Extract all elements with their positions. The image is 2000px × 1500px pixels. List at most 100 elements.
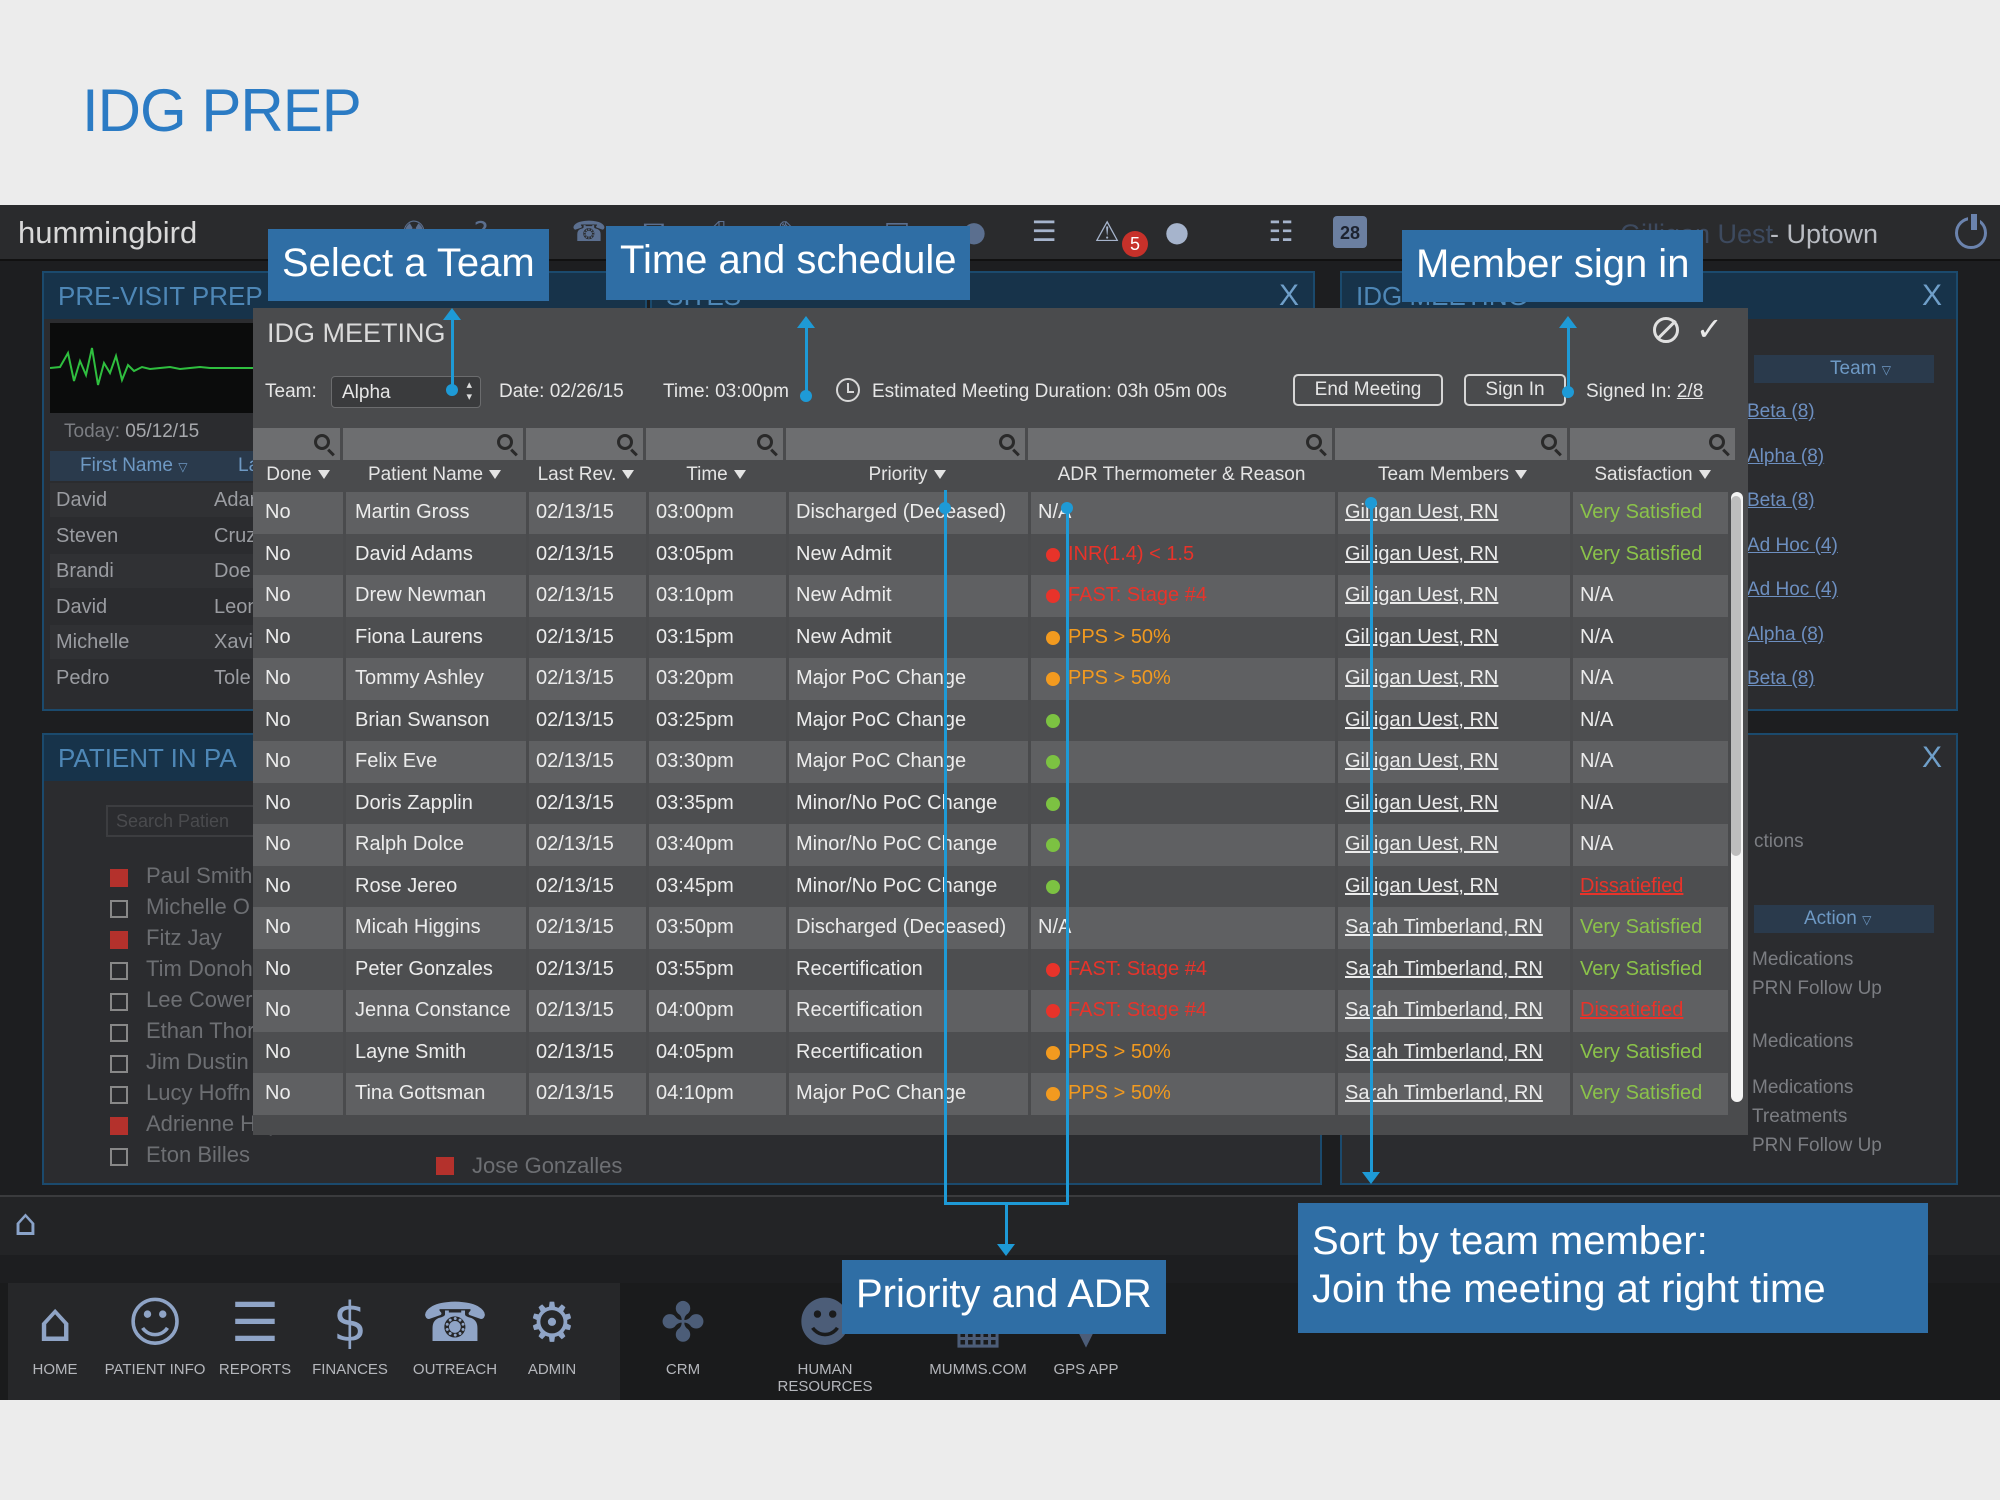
filter-done[interactable] — [253, 428, 343, 460]
header-time[interactable]: Time — [646, 464, 786, 486]
list-item[interactable]: Steven Cruz — [50, 519, 270, 553]
team-select[interactable]: Alpha — [331, 376, 481, 408]
team-member-link[interactable]: Gilligan Uest, RN — [1345, 833, 1498, 856]
team-link[interactable]: Alpha (8) — [1747, 446, 1947, 468]
calendar-icon[interactable]: 28 — [1333, 216, 1367, 248]
header-satisfaction[interactable]: Satisfaction — [1570, 464, 1735, 486]
table-row[interactable]: No David Adams 02/13/15 03:05pm New Admit INR… — [253, 533, 1728, 575]
home-icon[interactable]: ⌂ — [14, 1203, 37, 1244]
dock-finances[interactable]: $ FINANCES — [295, 1285, 405, 1378]
dock-home[interactable]: ⌂ HOME — [0, 1285, 110, 1378]
close-icon[interactable]: X — [1922, 279, 1942, 313]
action-column-header[interactable]: Action ▽ — [1754, 905, 1934, 933]
signed-in-count-link[interactable]: 2/8 — [1677, 381, 1703, 402]
team-column-header[interactable]: Team ▽ — [1754, 355, 1934, 383]
team-member-link[interactable]: Gilligan Uest, RN — [1345, 626, 1498, 649]
team-member-link[interactable]: Sarah Timberland, RN — [1345, 916, 1543, 939]
team-link[interactable]: Beta (8) — [1747, 401, 1947, 423]
patient-checkbox[interactable] — [436, 1157, 454, 1175]
team-member-link[interactable]: Gilligan Uest, RN — [1345, 792, 1498, 815]
sign-in-button[interactable]: Sign In — [1464, 374, 1566, 406]
team-member-link[interactable]: Sarah Timberland, RN — [1345, 958, 1543, 981]
patient-checkbox[interactable] — [110, 1148, 128, 1166]
patient-checkbox[interactable] — [110, 962, 128, 980]
list-icon[interactable]: ☰ — [1025, 213, 1063, 251]
team-link[interactable]: Beta (8) — [1747, 668, 1947, 690]
filter-team[interactable] — [1335, 428, 1570, 460]
patient-checkbox[interactable] — [110, 1086, 128, 1104]
header-last-rev[interactable]: Last Rev. — [526, 464, 646, 486]
patient-checkbox[interactable] — [110, 993, 128, 1011]
action-item[interactable]: Medications — [1752, 949, 1853, 971]
dock-admin[interactable]: ⚙ ADMIN — [497, 1285, 607, 1378]
action-item[interactable]: Medications — [1752, 1077, 1853, 1099]
satisfaction-cell[interactable]: Dissatiefied — [1580, 875, 1683, 898]
team-link[interactable]: Alpha (8) — [1747, 624, 1947, 646]
table-row[interactable]: No Tina Gottsman 02/13/15 04:10pm Major PoC … — [253, 1073, 1728, 1115]
filter-time[interactable] — [646, 428, 786, 460]
table-row[interactable]: No Martin Gross 02/13/15 03:00pm Discharged … — [253, 492, 1728, 534]
previsit-table-header[interactable]: First Name ▽ La — [50, 451, 270, 481]
power-icon[interactable] — [1955, 214, 1987, 249]
patient-checkbox[interactable] — [110, 1055, 128, 1073]
table-row[interactable]: No Brian Swanson 02/13/15 03:25pm Major PoC … — [253, 699, 1728, 741]
action-item[interactable]: Treatments — [1752, 1106, 1847, 1128]
table-row[interactable]: No Ralph Dolce 02/13/15 03:40pm Minor/No PoC… — [253, 824, 1728, 866]
dock-crm[interactable]: ✤ CRM — [628, 1285, 738, 1378]
list-item[interactable]: Michelle Xavi — [50, 625, 270, 659]
team-member-link[interactable]: Gilligan Uest, RN — [1345, 667, 1498, 690]
table-row[interactable]: No Drew Newman 02/13/15 03:10pm New Admit FAS… — [253, 575, 1728, 617]
team-member-link[interactable]: Gilligan Uest, RN — [1345, 584, 1498, 607]
team-member-link[interactable]: Gilligan Uest, RN — [1345, 750, 1498, 773]
dock-reports[interactable]: ☰ REPORTS — [200, 1285, 310, 1378]
filter-last-rev[interactable] — [526, 428, 646, 460]
team-member-link[interactable]: Sarah Timberland, RN — [1345, 999, 1543, 1022]
action-item[interactable]: PRN Follow Up — [1752, 978, 1882, 1000]
patient-search-input[interactable]: Search Patien — [106, 805, 276, 837]
patient-checkbox[interactable] — [110, 1117, 128, 1135]
cancel-icon[interactable] — [1653, 317, 1679, 343]
grid-scrollbar[interactable] — [1731, 492, 1743, 1102]
team-member-link[interactable]: Sarah Timberland, RN — [1345, 1082, 1543, 1105]
header-done[interactable]: Done — [253, 464, 343, 486]
patient-checkbox[interactable] — [110, 1024, 128, 1042]
table-row[interactable]: No Doris Zapplin 02/13/15 03:35pm Minor/No P… — [253, 782, 1728, 824]
list-item[interactable]: David Adar — [50, 483, 270, 517]
list-item[interactable]: Brandi Doe — [50, 554, 270, 588]
list-item[interactable]: Pedro Tole — [50, 661, 270, 695]
team-member-link[interactable]: Gilligan Uest, RN — [1345, 709, 1498, 732]
dock-patient-info[interactable]: ☺ PATIENT INFO — [100, 1285, 210, 1378]
alert-icon[interactable]: ⚠ — [1088, 213, 1126, 251]
table-row[interactable]: No Peter Gonzales 02/13/15 03:55pm Recertifi… — [253, 948, 1728, 990]
table-row[interactable]: No Rose Jereo 02/13/15 03:45pm Minor/No PoC … — [253, 865, 1728, 907]
dock-outreach[interactable]: ☎ OUTREACH — [400, 1285, 510, 1378]
patient-checkbox[interactable] — [110, 900, 128, 918]
filter-priority[interactable] — [786, 428, 1028, 460]
header-team-members[interactable]: Team Members — [1335, 464, 1570, 486]
patient-checkbox[interactable] — [110, 869, 128, 887]
table-row[interactable]: No Tommy Ashley 02/13/15 03:20pm Major PoC C… — [253, 658, 1728, 700]
filter-adr[interactable] — [1028, 428, 1335, 460]
header-priority[interactable]: Priority — [786, 464, 1028, 486]
table-row[interactable]: No Fiona Laurens 02/13/15 03:15pm New Admit P… — [253, 616, 1728, 658]
lightbulb-icon[interactable]: ● — [1158, 213, 1196, 251]
filter-patient[interactable] — [343, 428, 526, 460]
end-meeting-button[interactable]: End Meeting — [1293, 374, 1443, 406]
header-patient-name[interactable]: Patient Name — [343, 464, 526, 486]
confirm-check-icon[interactable]: ✓ — [1696, 310, 1723, 348]
contacts-icon[interactable]: ☷ — [1262, 213, 1300, 251]
team-link[interactable]: Beta (8) — [1747, 490, 1947, 512]
patient-checkbox[interactable] — [110, 931, 128, 949]
table-row[interactable]: No Layne Smith 02/13/15 04:05pm Recertificat… — [253, 1031, 1728, 1073]
table-row[interactable]: No Micah Higgins 02/13/15 03:50pm Discharged… — [253, 907, 1728, 949]
filter-satisfaction[interactable] — [1570, 428, 1735, 460]
team-member-link[interactable]: Gilligan Uest, RN — [1345, 875, 1498, 898]
action-item[interactable]: PRN Follow Up — [1752, 1135, 1882, 1157]
close-icon[interactable]: X — [1922, 741, 1942, 775]
team-link[interactable]: Ad Hoc (4) — [1747, 535, 1947, 557]
table-row[interactable]: No Jenna Constance 02/13/15 04:00pm Recertif… — [253, 990, 1728, 1032]
table-row[interactable]: No Felix Eve 02/13/15 03:30pm Major PoC Chan… — [253, 741, 1728, 783]
team-member-link[interactable]: Gilligan Uest, RN — [1345, 543, 1498, 566]
list-item[interactable]: David Leon — [50, 590, 270, 624]
team-link[interactable]: Ad Hoc (4) — [1747, 579, 1947, 601]
